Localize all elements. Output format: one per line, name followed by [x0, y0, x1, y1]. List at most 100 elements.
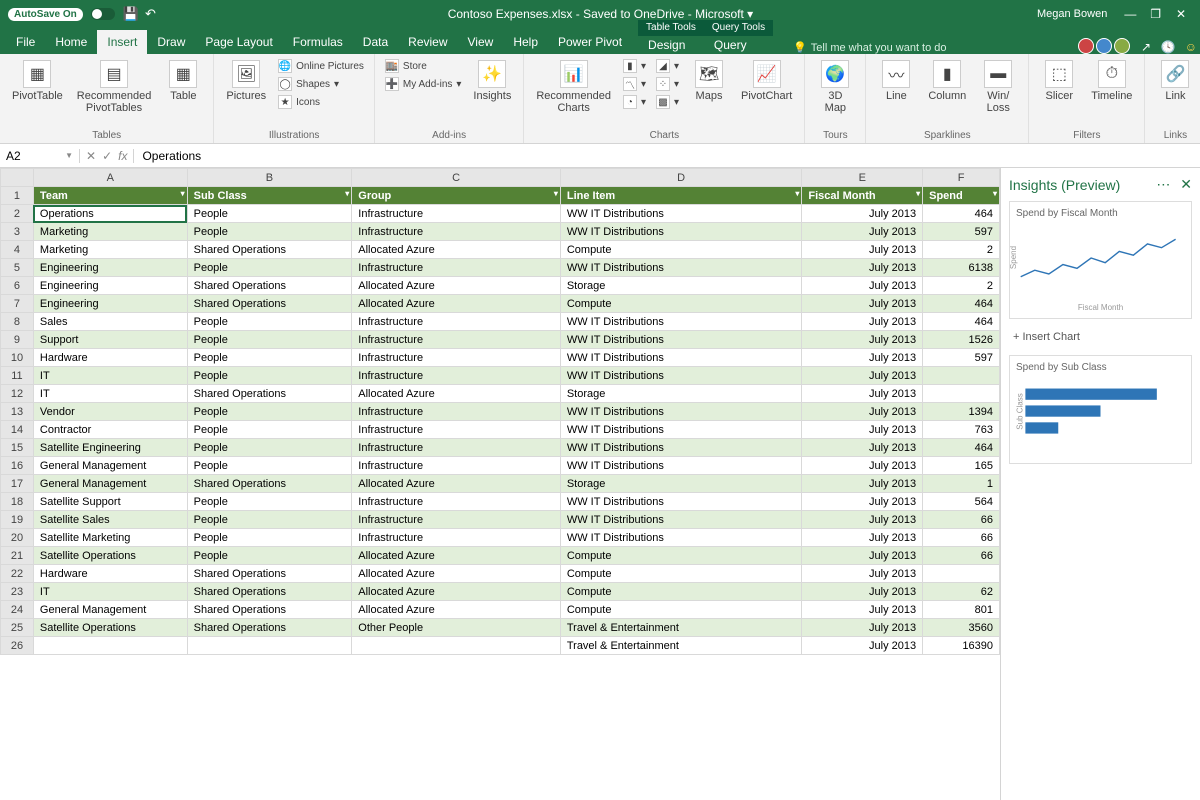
tab-file[interactable]: File	[6, 30, 45, 54]
table-column-header[interactable]: Fiscal Month▾	[802, 187, 923, 205]
cell[interactable]: 1394	[923, 403, 1000, 421]
cell[interactable]: July 2013	[802, 583, 923, 601]
cell[interactable]: Infrastructure	[352, 313, 561, 331]
cell[interactable]: WW IT Distributions	[560, 349, 802, 367]
cell[interactable]: People	[187, 493, 352, 511]
cell[interactable]: WW IT Distributions	[560, 313, 802, 331]
online-pictures-button[interactable]: 🌐Online Pictures	[276, 58, 366, 74]
timeline-button[interactable]: ⏱Timeline	[1087, 58, 1136, 104]
sparkline-line-button[interactable]: 〰Line	[874, 58, 918, 104]
name-box[interactable]: A2▼	[0, 149, 80, 163]
avatar[interactable]	[1096, 38, 1112, 54]
row-header[interactable]: 16	[1, 457, 34, 475]
tab-formulas[interactable]: Formulas	[283, 30, 353, 54]
cell[interactable]: 597	[923, 349, 1000, 367]
cell[interactable]	[923, 367, 1000, 385]
row-header[interactable]: 19	[1, 511, 34, 529]
cell[interactable]: WW IT Distributions	[560, 511, 802, 529]
cell[interactable]: Infrastructure	[352, 259, 561, 277]
cell[interactable]: Infrastructure	[352, 493, 561, 511]
filter-icon[interactable]: ▾	[181, 189, 185, 198]
recommended-charts-button[interactable]: 📊Recommended Charts	[532, 58, 615, 116]
cell[interactable]: Shared Operations	[187, 565, 352, 583]
cell[interactable]: Travel & Entertainment	[560, 637, 802, 655]
cell[interactable]: Infrastructure	[352, 457, 561, 475]
cell[interactable]: Compute	[560, 547, 802, 565]
maximize-icon[interactable]: ❐	[1147, 7, 1165, 21]
cell[interactable]: Allocated Azure	[352, 565, 561, 583]
cell[interactable]: July 2013	[802, 367, 923, 385]
cell[interactable]: IT	[33, 583, 187, 601]
chart-type-button[interactable]: ◔▾	[621, 94, 648, 110]
row-header[interactable]: 21	[1, 547, 34, 565]
recommended-pivottables-button[interactable]: ▤Recommended PivotTables	[73, 58, 156, 116]
history-icon[interactable]: 🕓	[1160, 40, 1175, 54]
cell[interactable]: Storage	[560, 277, 802, 295]
cell[interactable]: Storage	[560, 475, 802, 493]
cell[interactable]: July 2013	[802, 205, 923, 223]
cell[interactable]: Hardware	[33, 565, 187, 583]
cell[interactable]: Satellite Operations	[33, 547, 187, 565]
row-header[interactable]: 8	[1, 313, 34, 331]
column-header[interactable]: E	[802, 169, 923, 187]
row-header[interactable]: 6	[1, 277, 34, 295]
cell[interactable]: July 2013	[802, 439, 923, 457]
cell[interactable]: Engineering	[33, 277, 187, 295]
cell[interactable]: WW IT Distributions	[560, 493, 802, 511]
table-column-header[interactable]: Group▾	[352, 187, 561, 205]
pane-more-icon[interactable]: ⋯	[1156, 176, 1170, 192]
cell[interactable]: People	[187, 403, 352, 421]
cell[interactable]	[923, 385, 1000, 403]
avatar[interactable]	[1078, 38, 1094, 54]
smile-icon[interactable]: ☺	[1185, 40, 1197, 54]
cell[interactable]: 66	[923, 511, 1000, 529]
row-header[interactable]: 12	[1, 385, 34, 403]
filter-icon[interactable]: ▾	[554, 189, 558, 198]
filter-icon[interactable]: ▾	[345, 189, 349, 198]
sparkline-column-button[interactable]: ▮Column	[924, 58, 970, 104]
tell-me-search[interactable]: 💡 Tell me what you want to do	[793, 41, 1078, 54]
table-column-header[interactable]: Line Item▾	[560, 187, 802, 205]
avatar[interactable]	[1114, 38, 1130, 54]
cell[interactable]: Contractor	[33, 421, 187, 439]
share-icon[interactable]: ↗	[1141, 40, 1151, 54]
cell[interactable]: July 2013	[802, 295, 923, 313]
cell[interactable]: Shared Operations	[187, 277, 352, 295]
accept-formula-icon[interactable]: ✓	[102, 149, 112, 163]
tab-page-layout[interactable]: Page Layout	[195, 30, 282, 54]
cell[interactable]: July 2013	[802, 403, 923, 421]
column-header[interactable]: B	[187, 169, 352, 187]
cell[interactable]: People	[187, 367, 352, 385]
tab-home[interactable]: Home	[45, 30, 97, 54]
cell[interactable]: People	[187, 421, 352, 439]
cell[interactable]: Infrastructure	[352, 367, 561, 385]
pane-close-icon[interactable]: ✕	[1180, 176, 1192, 192]
table-column-header[interactable]: Team▾	[33, 187, 187, 205]
cell[interactable]: 564	[923, 493, 1000, 511]
row-header[interactable]: 20	[1, 529, 34, 547]
formula-input[interactable]: Operations	[134, 149, 1200, 163]
sparkline-winloss-button[interactable]: ▬Win/ Loss	[976, 58, 1020, 116]
cell[interactable]: Compute	[560, 565, 802, 583]
cell[interactable]: People	[187, 331, 352, 349]
link-button[interactable]: 🔗Link	[1153, 58, 1197, 104]
tab-draw[interactable]: Draw	[147, 30, 195, 54]
cell[interactable]: People	[187, 439, 352, 457]
cell[interactable]: 597	[923, 223, 1000, 241]
cell[interactable]: July 2013	[802, 241, 923, 259]
cell[interactable]: Allocated Azure	[352, 277, 561, 295]
cell[interactable]: Satellite Operations	[33, 619, 187, 637]
cell[interactable]: 16390	[923, 637, 1000, 655]
row-header[interactable]: 14	[1, 421, 34, 439]
cell[interactable]: People	[187, 259, 352, 277]
chart-type-button[interactable]: ▩▾	[654, 94, 681, 110]
cell[interactable]: 1	[923, 475, 1000, 493]
cell[interactable]	[187, 637, 352, 655]
shapes-button[interactable]: ◯Shapes ▾	[276, 76, 366, 92]
cell[interactable]: WW IT Distributions	[560, 205, 802, 223]
cell[interactable]: Compute	[560, 583, 802, 601]
close-icon[interactable]: ✕	[1172, 7, 1190, 21]
icons-button[interactable]: ★Icons	[276, 94, 366, 110]
cell[interactable]: 1526	[923, 331, 1000, 349]
cell[interactable]: Allocated Azure	[352, 583, 561, 601]
